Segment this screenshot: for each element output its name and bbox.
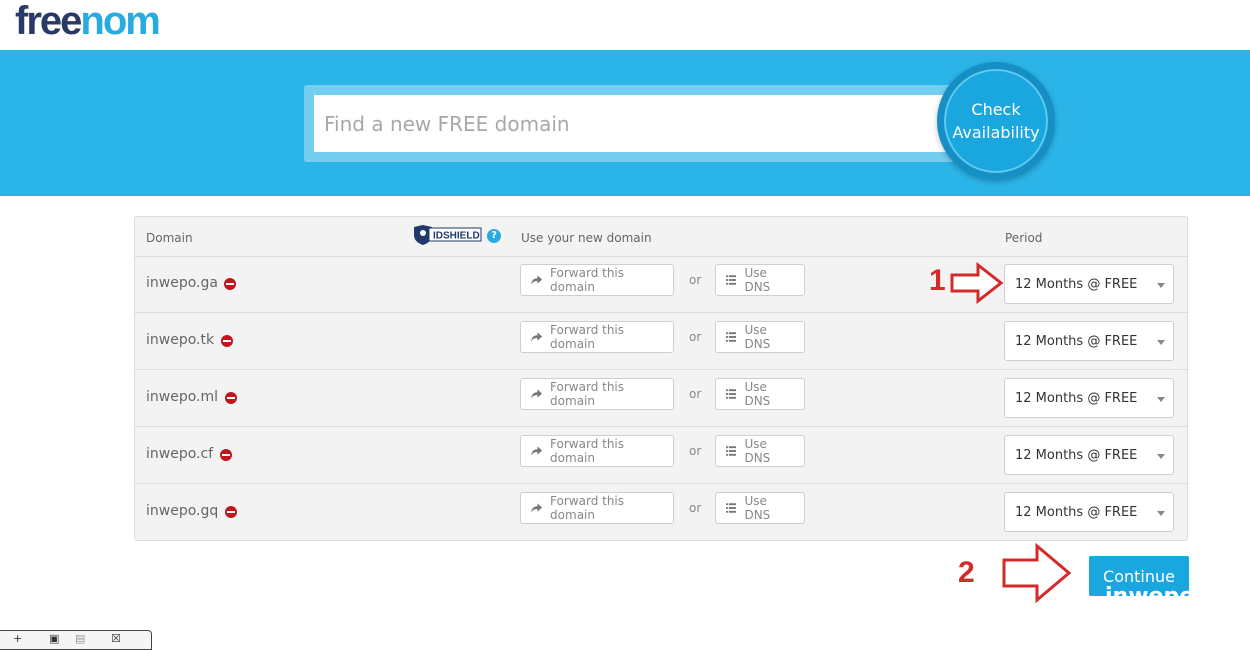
forward-domain-button[interactable]: Forward this domain [520, 264, 674, 296]
domain-search-input[interactable] [314, 95, 954, 152]
continue-button[interactable]: Continue inwepo [1089, 556, 1189, 596]
period-value: 12 Months @ FREE [1015, 504, 1138, 520]
list-icon [726, 503, 737, 513]
use-dns-button[interactable]: Use DNS [715, 435, 805, 467]
or-text: or [689, 387, 702, 401]
search-box [304, 85, 954, 162]
share-arrow-icon [531, 502, 543, 513]
domain-name: inwepo.cf [146, 446, 214, 462]
remove-icon[interactable] [220, 449, 232, 461]
header-domain: Domain [146, 231, 193, 245]
list-icon [726, 275, 737, 285]
table-row: inwepo.cf Forward this domain or Use DNS… [135, 427, 1187, 484]
forward-domain-button[interactable]: Forward this domain [520, 492, 674, 524]
chevron-down-icon [1157, 283, 1165, 288]
list-icon [726, 446, 737, 456]
period-value: 12 Months @ FREE [1015, 333, 1138, 349]
header-use-domain: Use your new domain [521, 231, 652, 245]
domain-name: inwepo.ga [146, 275, 218, 291]
or-text: or [689, 501, 702, 515]
period-select[interactable]: 12 Months @ FREE [1004, 264, 1174, 304]
idshield-logo: IDSHIELD [414, 225, 482, 245]
table-row: inwepo.ga Forward this domain or Use DNS… [135, 256, 1187, 313]
window-fragment: + ▣ ▤ ☒ [0, 630, 152, 650]
dns-label: Use DNS [744, 266, 771, 294]
use-dns-button[interactable]: Use DNS [715, 492, 805, 524]
logo-part-nom: nom [80, 0, 160, 43]
period-value: 12 Months @ FREE [1015, 276, 1138, 292]
dns-label: Use DNS [744, 494, 771, 522]
table-row: inwepo.tk Forward this domain or Use DNS… [135, 313, 1187, 370]
check-availability-button[interactable]: Check Availability [937, 62, 1055, 180]
header-period: Period [1005, 231, 1043, 245]
chevron-down-icon [1157, 511, 1165, 516]
table-row: inwepo.ml Forward this domain or Use DNS… [135, 370, 1187, 427]
domain-name: inwepo.tk [146, 332, 215, 348]
or-text: or [689, 330, 702, 344]
help-icon[interactable]: ? [487, 229, 501, 243]
forward-label: Forward this domain [550, 266, 625, 294]
forward-label: Forward this domain [550, 323, 625, 351]
minimize-icon[interactable]: + [13, 632, 22, 645]
share-arrow-icon [531, 388, 543, 399]
period-value: 12 Months @ FREE [1015, 390, 1138, 406]
freenom-logo[interactable]: freenom [15, 0, 161, 43]
close-icon[interactable]: ☒ [111, 632, 121, 645]
forward-domain-button[interactable]: Forward this domain [520, 378, 674, 410]
search-hero [0, 50, 1250, 196]
annotation-arrow-1-icon [950, 262, 1004, 304]
share-arrow-icon [531, 274, 543, 285]
remove-icon[interactable] [221, 335, 233, 347]
annotation-arrow-2-icon [1002, 543, 1072, 603]
dns-label: Use DNS [744, 380, 771, 408]
annotation-number-1: 1 [929, 264, 946, 297]
restore-icon[interactable]: ▣ [49, 632, 59, 645]
chevron-down-icon [1157, 454, 1165, 459]
remove-icon[interactable] [225, 392, 237, 404]
period-select[interactable]: 12 Months @ FREE [1004, 378, 1174, 418]
use-dns-button[interactable]: Use DNS [715, 321, 805, 353]
domain-name: inwepo.gq [146, 503, 219, 519]
domain-name: inwepo.ml [146, 389, 219, 405]
list-icon [726, 332, 737, 342]
share-arrow-icon [531, 445, 543, 456]
use-dns-button[interactable]: Use DNS [715, 378, 805, 410]
list-icon [726, 389, 737, 399]
remove-icon[interactable] [224, 278, 236, 290]
or-text: or [689, 273, 702, 287]
idshield-text: IDSHIELD [433, 231, 480, 242]
chevron-down-icon [1157, 397, 1165, 402]
forward-label: Forward this domain [550, 494, 625, 522]
dns-label: Use DNS [744, 437, 771, 465]
watermark-text: inwepo [1105, 584, 1189, 596]
period-select[interactable]: 12 Months @ FREE [1004, 321, 1174, 361]
period-select[interactable]: 12 Months @ FREE [1004, 492, 1174, 532]
forward-label: Forward this domain [550, 380, 625, 408]
period-select[interactable]: 12 Months @ FREE [1004, 435, 1174, 475]
share-arrow-icon [531, 331, 543, 342]
logo-part-free: free [15, 0, 82, 43]
forward-domain-button[interactable]: Forward this domain [520, 435, 674, 467]
forward-domain-button[interactable]: Forward this domain [520, 321, 674, 353]
annotation-number-2: 2 [958, 556, 975, 589]
dns-label: Use DNS [744, 323, 771, 351]
or-text: or [689, 444, 702, 458]
domain-results-table: Domain IDSHIELD ? Use your new domain Pe… [134, 216, 1188, 541]
use-dns-button[interactable]: Use DNS [715, 264, 805, 296]
check-availability-label: Check Availability [952, 100, 1040, 142]
table-row: inwepo.gq Forward this domain or Use DNS… [135, 484, 1187, 541]
maximize-icon[interactable]: ▤ [75, 632, 85, 645]
chevron-down-icon [1157, 340, 1165, 345]
remove-icon[interactable] [225, 506, 237, 518]
table-header: Domain IDSHIELD ? Use your new domain Pe… [135, 217, 1187, 257]
forward-label: Forward this domain [550, 437, 625, 465]
period-value: 12 Months @ FREE [1015, 447, 1138, 463]
